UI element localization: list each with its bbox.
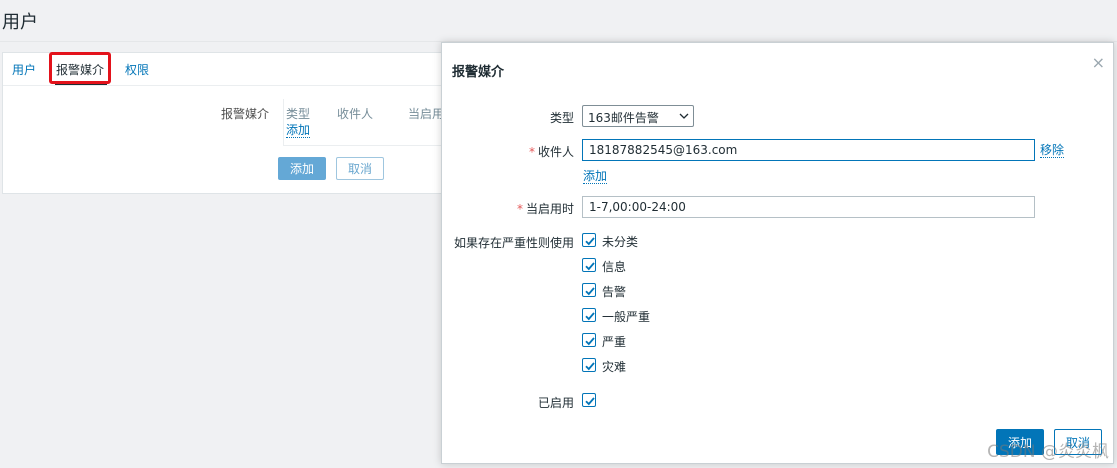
active-period-label-text: 当启用时 (525, 202, 574, 216)
active-period-input[interactable] (582, 196, 1035, 218)
severity-option-label: 信息 (602, 260, 627, 274)
enabled-checkbox[interactable] (582, 393, 596, 407)
media-add-link[interactable]: 添加 (286, 123, 311, 138)
type-select-value: 163邮件告警 (588, 111, 659, 125)
column-recipient: 收件人 (337, 107, 374, 121)
user-form-panel: 用户 报警媒介 权限 报警媒介 类型 收件人 当启用 添加 添加 取消 (2, 52, 474, 194)
media-section-label: 报警媒介 (221, 107, 270, 121)
tab-user[interactable]: 用户 (12, 61, 36, 78)
column-type: 类型 (286, 107, 311, 121)
severity-label: 如果存在严重性则使用 (453, 236, 574, 250)
severity-checkbox[interactable] (582, 283, 596, 297)
severity-option-label: 一般严重 (602, 310, 651, 324)
add-recipient-link[interactable]: 添加 (583, 169, 608, 184)
severity-option-label: 灾难 (602, 360, 627, 374)
recipient-input[interactable] (582, 139, 1035, 161)
check-icon (585, 362, 595, 371)
severity-checkbox[interactable] (582, 233, 596, 247)
column-active: 当启用 (408, 107, 445, 121)
watermark: CSDN @炎炎枫 (987, 442, 1109, 462)
form-add-button[interactable]: 添加 (278, 157, 326, 180)
severity-option-label: 严重 (602, 335, 627, 349)
severity-option-label: 未分类 (602, 235, 639, 249)
type-select[interactable]: 163邮件告警 (582, 105, 694, 127)
form-cancel-button[interactable]: 取消 (336, 157, 384, 180)
recipient-label-text: 收件人 (537, 145, 574, 159)
severity-option-label: 告警 (602, 285, 627, 299)
required-mark: * (528, 145, 535, 159)
check-icon (585, 287, 595, 296)
page-title: 用户 (2, 12, 38, 33)
chevron-down-icon (679, 107, 689, 128)
check-icon (585, 397, 595, 406)
check-icon (585, 337, 595, 346)
check-icon (585, 312, 595, 321)
remove-recipient-link[interactable]: 移除 (1040, 143, 1065, 158)
severity-checkbox[interactable] (582, 258, 596, 272)
tab-permissions[interactable]: 权限 (125, 61, 149, 78)
tab-bar: 用户 报警媒介 权限 (3, 52, 471, 86)
severity-checkbox[interactable] (582, 308, 596, 322)
media-dialog: 报警媒介 × 类型 163邮件告警 *收件人 移除 添加 *当启用时 如果存在严… (441, 42, 1114, 464)
active-period-label: * 当启用时 (482, 200, 574, 217)
enabled-label: 已启用 (537, 396, 574, 410)
type-label: 类型 (549, 111, 574, 125)
required-mark: * (516, 202, 523, 216)
severity-checkbox[interactable] (582, 358, 596, 372)
recipient-label: * 收件人 (482, 143, 574, 160)
close-icon[interactable]: × (1092, 53, 1105, 72)
check-icon (585, 262, 595, 271)
severity-checkbox[interactable] (582, 333, 596, 347)
red-highlight-box (49, 52, 111, 84)
dialog-title: 报警媒介 (452, 65, 505, 80)
check-icon (585, 237, 595, 246)
